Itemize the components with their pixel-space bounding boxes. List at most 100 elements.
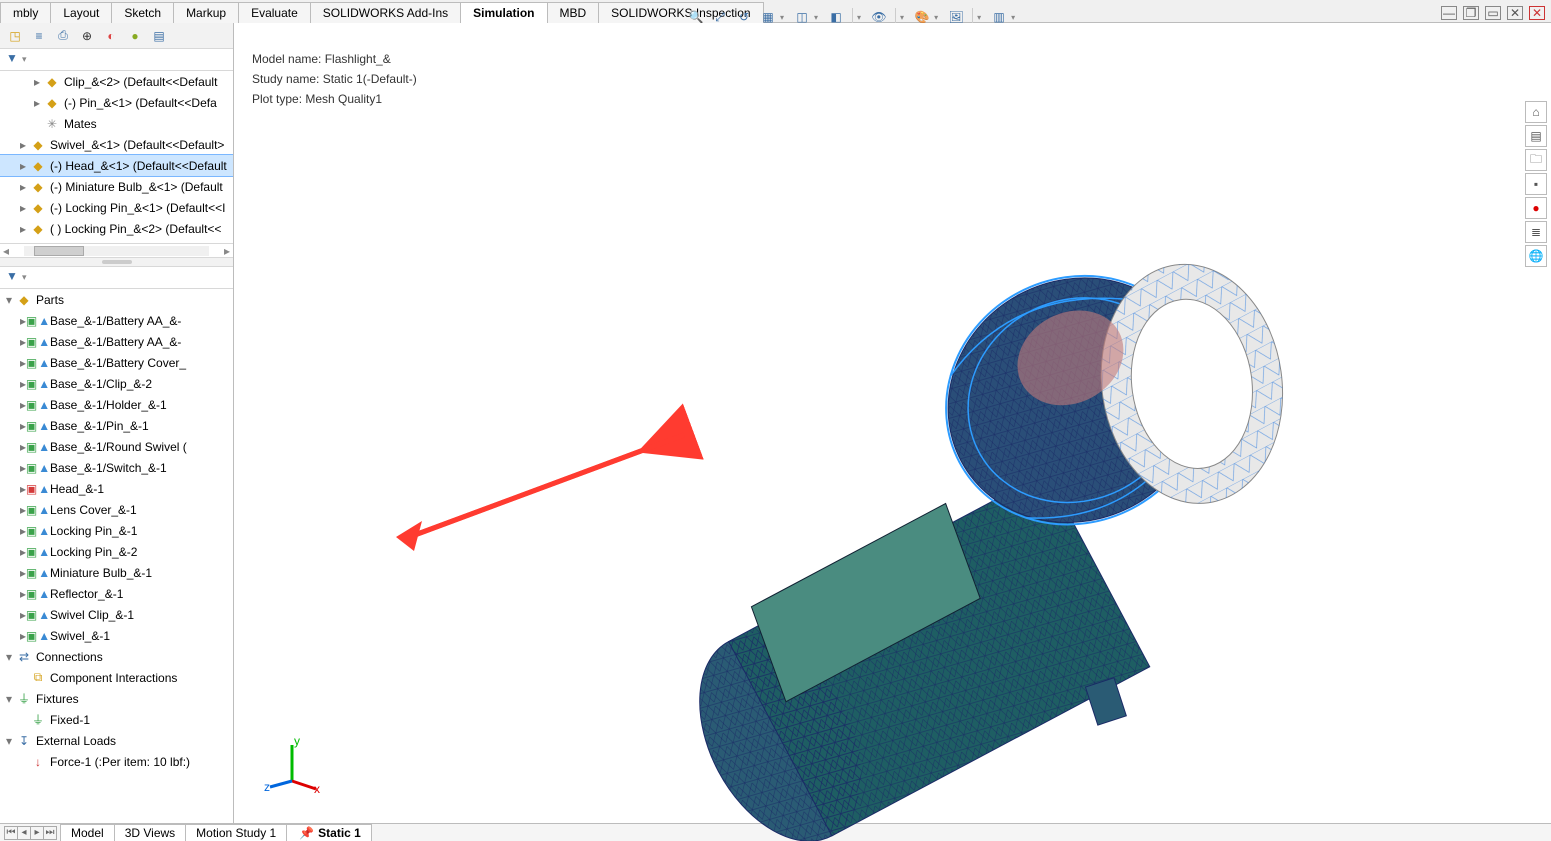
tree-item[interactable]: ▸▣▲Base_&-1/Pin_&-1 bbox=[0, 415, 233, 436]
tree-item[interactable]: ▸▣▲Base_&-1/Battery AA_&- bbox=[0, 310, 233, 331]
expand-toggle-icon[interactable]: ▸ bbox=[18, 222, 28, 236]
tree-item[interactable]: ▸◆(-) Miniature Bulb_&<1> (Default bbox=[0, 176, 233, 197]
dropdown-chevron-icon[interactable]: ▾ bbox=[1011, 13, 1015, 22]
expand-toggle-icon[interactable]: ▾ bbox=[4, 650, 14, 664]
appearance-icon[interactable]: ⊕ bbox=[76, 25, 98, 47]
minimize-button[interactable]: — bbox=[1441, 6, 1457, 20]
tree-item[interactable]: ▸◆Swivel_&<1> (Default<<Default> bbox=[0, 134, 233, 155]
tree-item[interactable]: ▾⇄Connections bbox=[0, 646, 233, 667]
tree-item[interactable]: ▾↧External Loads bbox=[0, 730, 233, 751]
bottom-tab-3d-views[interactable]: 3D Views bbox=[114, 824, 186, 841]
ribbon-tab-sketch[interactable]: Sketch bbox=[111, 2, 174, 23]
ribbon-tab-layout[interactable]: Layout bbox=[50, 2, 112, 23]
tree-item[interactable]: ▸◆(-) Locking Pin_&<1> (Default<<I bbox=[0, 197, 233, 218]
tree-item[interactable]: ▸▣▲Base_&-1/Battery Cover_ bbox=[0, 352, 233, 373]
home-icon[interactable]: ⌂ bbox=[1525, 101, 1547, 123]
pane-splitter[interactable] bbox=[0, 257, 233, 267]
globe-icon[interactable]: 🌐 bbox=[1525, 245, 1547, 267]
dropdown-chevron-icon[interactable]: ▾ bbox=[814, 13, 818, 22]
expand-toggle-icon[interactable]: ▸ bbox=[18, 138, 28, 152]
expand-toggle-icon[interactable]: ▸ bbox=[18, 159, 28, 173]
ribbon-tab-solidworks-add-ins[interactable]: SOLIDWORKS Add-Ins bbox=[310, 2, 461, 23]
tree-item-label: Connections bbox=[34, 650, 103, 664]
tree-item[interactable]: ▸◆(-) Head_&<1> (Default<<Default bbox=[0, 155, 233, 176]
feature-tree-hscroll[interactable]: ◂ ▸ bbox=[0, 243, 233, 257]
tree-item-label: Miniature Bulb_&-1 bbox=[48, 566, 152, 580]
tree-item-label: Locking Pin_&-1 bbox=[48, 524, 137, 538]
expand-toggle-icon[interactable]: ▸ bbox=[32, 96, 42, 110]
tab-last-button[interactable]: ⏭ bbox=[43, 826, 57, 840]
property-icon[interactable]: ≣ bbox=[1525, 221, 1547, 243]
tile-button[interactable]: ▭ bbox=[1485, 6, 1501, 20]
tree-item[interactable]: ▸▣▲Base_&-1/Switch_&-1 bbox=[0, 457, 233, 478]
tree-item[interactable]: ▸▣▲Locking Pin_&-1 bbox=[0, 520, 233, 541]
restore-button[interactable]: ❐ bbox=[1463, 6, 1479, 20]
colors-icon[interactable]: ◐ bbox=[100, 25, 122, 47]
expand-toggle-icon[interactable]: ▸ bbox=[18, 201, 28, 215]
tree-item[interactable]: ▸▣▲Miniature Bulb_&-1 bbox=[0, 562, 233, 583]
folder-icon[interactable]: 🗀 bbox=[1525, 149, 1547, 171]
interactions-icon: ⧉ bbox=[30, 670, 46, 686]
bottom-tab-model[interactable]: Model bbox=[60, 824, 115, 841]
tree-item[interactable]: ▸▣▲Lens Cover_&-1 bbox=[0, 499, 233, 520]
feature-manager-tree[interactable]: ▸◆Clip_&<2> (Default<<Default▸◆(-) Pin_&… bbox=[0, 71, 233, 243]
tree-item-label: ( ) Locking Pin_&<2> (Default<< bbox=[48, 222, 221, 236]
config-icon[interactable]: ≡ bbox=[28, 25, 50, 47]
sim-filter-row[interactable]: ▼▾ bbox=[0, 267, 233, 289]
tree-item[interactable]: ▸▣▲Swivel_&-1 bbox=[0, 625, 233, 646]
tree-item[interactable]: ▾⏚Fixtures bbox=[0, 688, 233, 709]
tree-item[interactable]: ▸▣▲Swivel Clip_&-1 bbox=[0, 604, 233, 625]
view-triad[interactable]: y x z bbox=[264, 737, 320, 793]
tree-item[interactable]: ▸▣▲Base_&-1/Battery AA_&- bbox=[0, 331, 233, 352]
bottom-tab-static-1[interactable]: 📌Static 1 bbox=[286, 824, 372, 841]
display-icon[interactable]: ⎙ bbox=[52, 25, 74, 47]
view-palette-icon[interactable]: ▤ bbox=[148, 25, 170, 47]
tab-first-button[interactable]: ⏮ bbox=[4, 826, 18, 840]
tree-item[interactable]: ▸▣▲Locking Pin_&-2 bbox=[0, 541, 233, 562]
tree-item[interactable]: ▸▣▲Head_&-1 bbox=[0, 478, 233, 499]
tree-item[interactable]: ✳Mates bbox=[0, 113, 233, 134]
tree-item[interactable]: ↓Force-1 (:Per item: 10 lbf:) bbox=[0, 751, 233, 772]
tab-next-button[interactable]: ▸ bbox=[30, 826, 44, 840]
expand-toggle-icon[interactable]: ▾ bbox=[4, 692, 14, 706]
tree-item[interactable]: ▸▣▲Base_&-1/Clip_&-2 bbox=[0, 373, 233, 394]
close-app-button[interactable]: ✕ bbox=[1529, 6, 1545, 20]
tree-item[interactable]: ▸◆( ) Locking Pin_&<2> (Default<< bbox=[0, 218, 233, 239]
dropdown-chevron-icon[interactable]: ▾ bbox=[900, 13, 904, 22]
dropdown-chevron-icon[interactable]: ▾ bbox=[934, 13, 938, 22]
expand-toggle-icon[interactable]: ▸ bbox=[32, 75, 42, 89]
ribbon-tab-mbly[interactable]: mbly bbox=[0, 2, 51, 23]
tree-item[interactable]: ▸◆Clip_&<2> (Default<<Default bbox=[0, 71, 233, 92]
dropdown-chevron-icon[interactable]: ▾ bbox=[977, 13, 981, 22]
expand-toggle-icon[interactable]: ▾ bbox=[4, 734, 14, 748]
tree-item[interactable]: ▸▣▲Reflector_&-1 bbox=[0, 583, 233, 604]
bottom-tab-motion-study-1[interactable]: Motion Study 1 bbox=[185, 824, 287, 841]
ribbon-tab-simulation[interactable]: Simulation bbox=[460, 2, 547, 23]
assembly-icon[interactable]: ◳ bbox=[4, 25, 26, 47]
close-doc-button[interactable]: ✕ bbox=[1507, 6, 1523, 20]
graphics-viewport[interactable]: Model name: Flashlight_& Study name: Sta… bbox=[234, 23, 1551, 823]
tree-item[interactable]: ▸▣▲Base_&-1/Holder_&-1 bbox=[0, 394, 233, 415]
tree-item-label: Fixed-1 bbox=[48, 713, 90, 727]
tree-item[interactable]: ▸◆(-) Pin_&<1> (Default<<Defa bbox=[0, 92, 233, 113]
ribbon-tab-mbd[interactable]: MBD bbox=[547, 2, 600, 23]
expand-toggle-icon[interactable]: ▾ bbox=[4, 293, 14, 307]
expand-toggle-icon[interactable]: ▸ bbox=[18, 180, 28, 194]
ribbon-tab-markup[interactable]: Markup bbox=[173, 2, 239, 23]
tree-item-label: Clip_&<2> (Default<<Default bbox=[62, 75, 217, 89]
rebuild-icon[interactable]: ● bbox=[124, 25, 146, 47]
ribbon-tab-evaluate[interactable]: Evaluate bbox=[238, 2, 311, 23]
tab-prev-button[interactable]: ◂ bbox=[17, 826, 31, 840]
tree-item[interactable]: ▸▣▲Base_&-1/Round Swivel ( bbox=[0, 436, 233, 457]
tree-item[interactable]: ⧉Component Interactions bbox=[0, 667, 233, 688]
layer-icon[interactable]: ▤ bbox=[1525, 125, 1547, 147]
color-sphere-icon[interactable]: ● bbox=[1525, 197, 1547, 219]
dropdown-chevron-icon[interactable]: ▾ bbox=[780, 13, 784, 22]
filter-tool-icon[interactable]: ▪ bbox=[1525, 173, 1547, 195]
dropdown-chevron-icon[interactable]: ▾ bbox=[857, 13, 861, 22]
simulation-study-tree[interactable]: ▾◆Parts▸▣▲Base_&-1/Battery AA_&-▸▣▲Base_… bbox=[0, 289, 233, 823]
tree-item[interactable]: ▾◆Parts bbox=[0, 289, 233, 310]
tree-item[interactable]: ⏚Fixed-1 bbox=[0, 709, 233, 730]
feature-filter-row[interactable]: ▼▾ bbox=[0, 49, 233, 71]
pin-icon[interactable]: 📌 bbox=[299, 826, 314, 840]
